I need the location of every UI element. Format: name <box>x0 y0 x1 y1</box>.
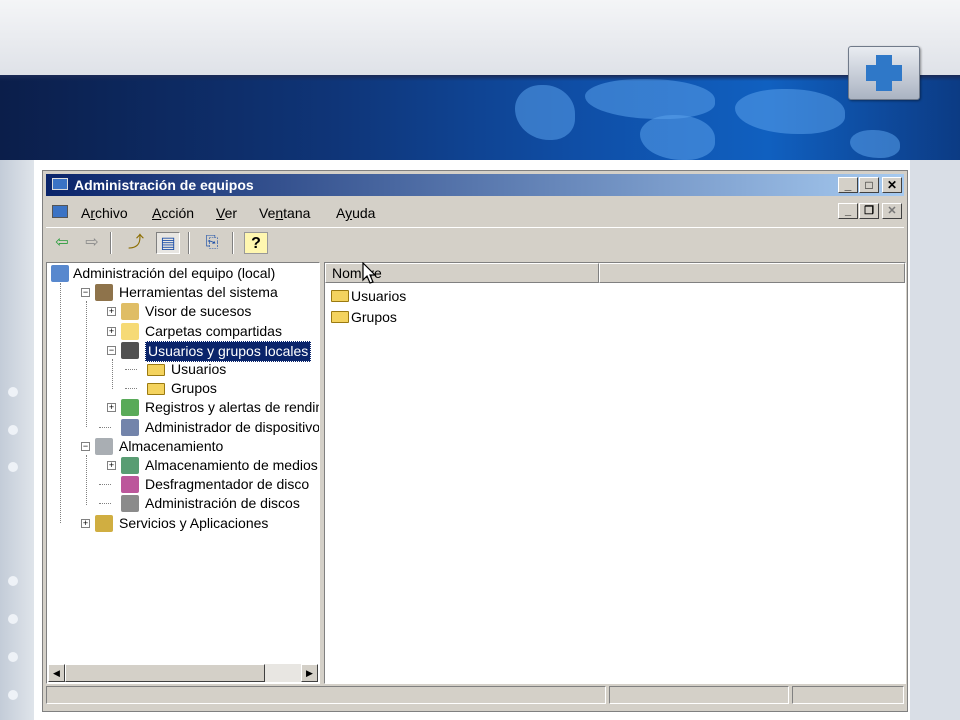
tree-item[interactable]: Administrador de dispositivos <box>47 418 320 437</box>
tree-item[interactable]: Administración de discos <box>47 494 317 513</box>
tree-item-label: Almacenamiento de medios e <box>145 457 320 473</box>
expand-icon[interactable]: + <box>107 326 116 336</box>
shared-folder-icon <box>121 322 139 340</box>
column-header-empty[interactable] <box>599 263 905 283</box>
tree-item[interactable]: − Usuarios y grupos locales <box>47 340 317 362</box>
menu-ayuda[interactable]: Ayuda <box>336 205 375 221</box>
list-item-label: Usuarios <box>351 288 407 304</box>
folder-icon <box>147 383 165 396</box>
tree-item[interactable]: + Almacenamiento de medios e <box>47 456 320 475</box>
tree-item-label: Administración de discos <box>145 495 300 512</box>
status-cell-main <box>46 686 606 704</box>
tree-item-label: Administración del equipo (local) <box>73 265 276 281</box>
slide-side-decoration <box>0 160 34 720</box>
tree-item-label: Desfragmentador de disco <box>145 476 310 493</box>
tree-item-label: Usuarios <box>171 361 227 377</box>
collapse-icon[interactable]: − <box>107 345 116 355</box>
folder-icon <box>331 290 349 302</box>
mmc-icon <box>52 205 68 218</box>
defrag-icon <box>121 476 139 494</box>
mouse-pointer-icon <box>362 262 377 284</box>
device-manager-icon <box>121 418 139 436</box>
menu-bar: Archivo Acción Ver Ventana Ayuda _ ❐ ✕ <box>46 198 904 226</box>
details-pane[interactable]: Nombre Usuarios Grupos <box>324 262 906 684</box>
tree-item[interactable]: − Herramientas del sistema <box>47 283 317 302</box>
folder-icon <box>147 364 165 376</box>
mdi-minimize-button[interactable]: _ <box>838 203 858 219</box>
menu-ver[interactable]: Ver <box>216 205 237 221</box>
menu-ventana[interactable]: Ventana <box>259 205 310 221</box>
menu-accion[interactable]: Acción <box>152 205 194 221</box>
storage-icon <box>95 437 113 455</box>
console-tree[interactable]: Administración del equipo (local) − Herram… <box>46 262 320 684</box>
list-item-label: Grupos <box>351 309 397 325</box>
expand-icon[interactable]: + <box>107 307 116 317</box>
close-button[interactable]: ✕ <box>882 177 902 193</box>
tree-item-label: Usuarios y grupos locales <box>145 340 312 362</box>
export-list-icon[interactable]: ⎘ <box>200 232 224 254</box>
help-icon[interactable]: ? <box>244 232 268 254</box>
back-arrow-icon[interactable]: ⇦ <box>50 232 74 254</box>
tree-item[interactable]: Administración del equipo (local) <box>47 264 317 283</box>
world-map-banner <box>0 75 960 160</box>
services-icon <box>95 514 113 532</box>
tree-item-label: Visor de sucesos <box>145 303 252 320</box>
event-viewer-icon <box>121 303 139 321</box>
tree-item-label: Herramientas del sistema <box>119 284 278 301</box>
expand-icon[interactable]: + <box>81 518 90 528</box>
mdi-close-button[interactable]: ✕ <box>882 203 902 219</box>
tree-item-label: Registros y alertas de rendim <box>145 399 320 416</box>
expand-icon[interactable]: + <box>107 403 116 413</box>
tree-item[interactable]: + Visor de sucesos <box>47 302 317 321</box>
slide-header-background <box>0 0 960 75</box>
toolbar: ⇦ ⇨ ⤴ ▤ ⎘ ? <box>46 227 904 258</box>
folder-icon <box>331 311 349 323</box>
menu-archivo[interactable]: Archivo <box>81 205 128 221</box>
tree-item[interactable]: + Carpetas compartidas <box>47 322 317 341</box>
tree-item[interactable]: − Almacenamiento <box>47 437 317 456</box>
tree-item[interactable]: Usuarios <box>47 360 317 379</box>
tree-item[interactable]: + Registros y alertas de rendim <box>47 398 320 417</box>
tree-item[interactable]: Desfragmentador de disco <box>47 475 317 494</box>
tree-item[interactable]: Grupos <box>47 379 317 398</box>
computer-icon <box>52 178 68 190</box>
up-folder-icon[interactable]: ⤴ <box>124 232 148 254</box>
expand-icon[interactable]: + <box>107 461 116 470</box>
collapse-icon[interactable]: − <box>81 441 90 451</box>
tree-item[interactable]: + Servicios y Aplicaciones <box>47 514 317 533</box>
status-cell-2 <box>609 686 789 704</box>
window-title: Administración de equipos <box>74 177 254 193</box>
disk-management-icon <box>121 495 139 513</box>
scroll-right-button[interactable]: ▶ <box>301 664 318 682</box>
tree-item-label: Grupos <box>171 380 217 397</box>
minimize-button[interactable]: _ <box>838 177 858 193</box>
performance-icon <box>121 399 139 417</box>
plus-logo-icon <box>848 46 920 100</box>
mdi-restore-button[interactable]: ❐ <box>859 203 879 219</box>
status-bar <box>46 684 904 706</box>
tree-item-label: Carpetas compartidas <box>145 322 282 339</box>
scroll-thumb[interactable] <box>65 664 265 682</box>
removable-storage-icon <box>121 457 139 474</box>
show-tree-icon[interactable]: ▤ <box>156 232 180 254</box>
tree-item-label: Almacenamiento <box>119 437 224 454</box>
users-groups-icon <box>121 341 139 359</box>
tools-icon <box>95 284 113 302</box>
collapse-icon[interactable]: − <box>81 288 90 298</box>
forward-arrow-icon[interactable]: ⇨ <box>80 232 104 254</box>
scroll-left-button[interactable]: ◀ <box>48 664 65 682</box>
status-cell-3 <box>792 686 904 704</box>
computer-icon <box>51 265 69 282</box>
tree-horizontal-scrollbar[interactable]: ◀ ▶ <box>48 664 318 682</box>
tree-item-label: Servicios y Aplicaciones <box>119 514 269 531</box>
title-bar[interactable]: Administración de equipos _ □ ✕ <box>46 174 904 196</box>
tree-item-label: Administrador de dispositivos <box>145 418 320 435</box>
maximize-button[interactable]: □ <box>859 177 879 193</box>
